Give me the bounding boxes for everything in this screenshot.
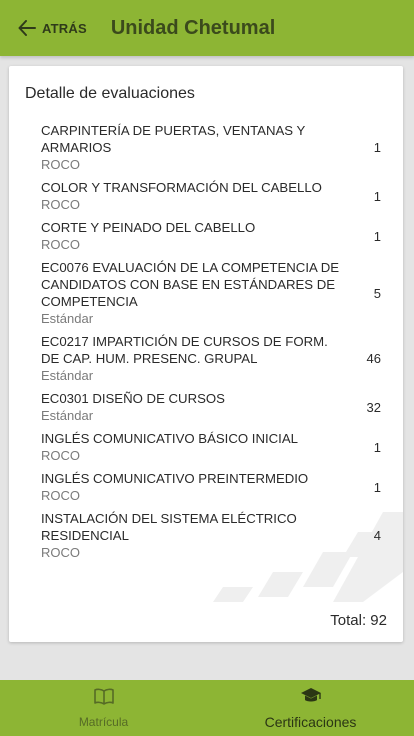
list-item[interactable]: CARPINTERÍA DE PUERTAS, VENTANAS Y ARMAR… — [41, 122, 381, 173]
list-item[interactable]: COLOR Y TRANSFORMACIÓN DEL CABELLO ROCO … — [41, 179, 381, 213]
evaluation-name: COLOR Y TRANSFORMACIÓN DEL CABELLO — [41, 180, 322, 195]
evaluation-type: Estándar — [41, 311, 94, 326]
evaluations-card: Detalle de evaluaciones CARPINTERÍA DE P… — [9, 66, 403, 642]
evaluations-list: CARPINTERÍA DE PUERTAS, VENTANAS Y ARMAR… — [41, 122, 381, 567]
nav-item-certificaciones[interactable]: Certificaciones — [207, 680, 414, 736]
evaluation-type: ROCO — [41, 448, 80, 463]
evaluation-type: ROCO — [41, 197, 80, 212]
evaluation-count: 1 — [373, 439, 381, 455]
list-item[interactable]: INSTALACIÓN DEL SISTEMA ELÉCTRICO RESIDE… — [41, 510, 381, 561]
evaluation-name: EC0217 IMPARTICIÓN DE CURSOS DE FORM. DE… — [41, 334, 328, 366]
back-label: ATRÁS — [42, 20, 87, 36]
evaluation-type: ROCO — [41, 157, 80, 172]
list-item[interactable]: CORTE Y PEINADO DEL CABELLO ROCO 1 — [41, 219, 381, 253]
arrow-left-icon — [18, 20, 36, 36]
book-icon — [93, 688, 115, 711]
back-button[interactable]: ATRÁS — [18, 8, 87, 48]
list-item[interactable]: EC0217 IMPARTICIÓN DE CURSOS DE FORM. DE… — [41, 333, 381, 384]
evaluation-name: CORTE Y PEINADO DEL CABELLO — [41, 220, 256, 235]
evaluation-type: ROCO — [41, 488, 80, 503]
evaluation-count: 46 — [366, 351, 381, 366]
total-label: Total: 92 — [330, 612, 387, 629]
evaluation-name: INGLÉS COMUNICATIVO BÁSICO INICIAL — [41, 431, 298, 446]
evaluation-count: 32 — [366, 399, 381, 415]
evaluation-count: 4 — [373, 528, 381, 543]
nav-item-matricula[interactable]: Matrícula — [0, 680, 207, 736]
evaluation-type: ROCO — [41, 545, 80, 560]
evaluation-type: Estándar — [41, 408, 94, 423]
evaluation-type: ROCO — [41, 237, 80, 252]
nav-label-certificaciones: Certificaciones — [264, 713, 357, 730]
evaluation-name: EC0076 EVALUACIÓN DE LA COMPETENCIA DE C… — [41, 260, 340, 309]
nav-label-matricula: Matrícula — [78, 714, 129, 729]
evaluation-name: EC0301 DISEÑO DE CURSOS — [41, 391, 225, 406]
evaluation-count: 1 — [373, 188, 381, 204]
evaluation-count: 1 — [373, 140, 381, 155]
list-item[interactable]: INGLÉS COMUNICATIVO BÁSICO INICIAL ROCO … — [41, 430, 381, 464]
evaluation-name: INGLÉS COMUNICATIVO PREINTERMEDIO — [41, 471, 309, 486]
evaluation-name: CARPINTERÍA DE PUERTAS, VENTANAS Y ARMAR… — [41, 123, 306, 155]
evaluation-type: Estándar — [41, 368, 94, 383]
bottom-navigation: Matrícula Certificaciones — [0, 680, 414, 736]
graduation-cap-icon — [300, 687, 322, 710]
card-title: Detalle de evaluaciones — [25, 85, 195, 102]
list-item[interactable]: EC0301 DISEÑO DE CURSOS Estándar 32 — [41, 390, 381, 424]
evaluation-name: INSTALACIÓN DEL SISTEMA ELÉCTRICO RESIDE… — [41, 511, 297, 543]
list-item[interactable]: EC0076 EVALUACIÓN DE LA COMPETENCIA DE C… — [41, 259, 381, 327]
app-bar: ATRÁS Unidad Chetumal — [0, 0, 414, 56]
evaluation-count: 5 — [373, 285, 381, 301]
evaluation-count: 1 — [373, 228, 381, 244]
evaluation-count: 1 — [373, 479, 381, 495]
page-title: Unidad Chetumal — [110, 16, 276, 39]
list-item[interactable]: INGLÉS COMUNICATIVO PREINTERMEDIO ROCO 1 — [41, 470, 381, 504]
